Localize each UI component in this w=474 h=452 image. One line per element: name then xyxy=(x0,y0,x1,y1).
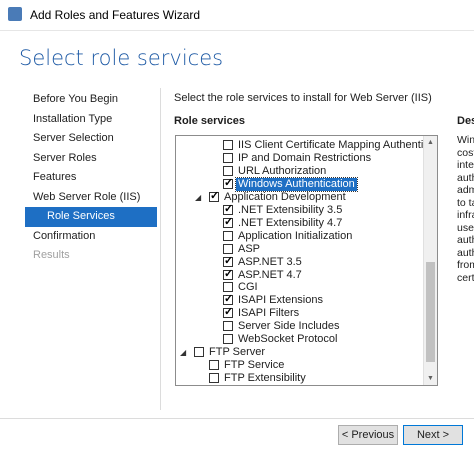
nav-item-role-services[interactable]: Role Services xyxy=(25,207,157,227)
tree-row-label: Windows Authentication xyxy=(235,176,358,192)
tree-row-label: FTP Service xyxy=(224,359,285,372)
tree-row-label: .NET Extensibility 3.5 xyxy=(238,203,343,216)
tree-row[interactable]: ◢ FTP Server xyxy=(176,346,421,359)
description-line: Wind xyxy=(457,134,474,146)
description-line: auth xyxy=(457,171,474,184)
tree-checkbox[interactable] xyxy=(223,321,233,332)
description-line: infra xyxy=(457,209,474,221)
nav-item-server-roles[interactable]: Server Roles xyxy=(25,149,157,169)
tree-checkbox[interactable] xyxy=(223,203,233,216)
tree-row-label: IP and Domain Restrictions xyxy=(238,151,372,164)
tree-row[interactable]: CGI xyxy=(176,281,421,294)
description-line: user xyxy=(457,221,474,234)
tree-checkbox[interactable] xyxy=(223,152,233,163)
scroll-up-icon[interactable]: ▲ xyxy=(424,136,437,149)
tree-row-label: ASP xyxy=(238,242,261,255)
description-line: auth xyxy=(457,246,474,259)
role-services-tree[interactable]: FTP Extensibility FTP Service ◢ FTP Server W… xyxy=(175,135,438,386)
scroll-thumb[interactable] xyxy=(426,262,435,362)
tree-row-label: Application Initialization xyxy=(238,229,353,242)
nav-item-installation-type[interactable]: Installation Type xyxy=(25,110,157,130)
tree-row-label: .NET Extensibility 4.7 xyxy=(238,216,343,229)
scroll-down-icon[interactable]: ▼ xyxy=(424,372,437,385)
nav-item-before-you-begin[interactable]: Before You Begin xyxy=(25,90,157,110)
description-header: Desc xyxy=(457,115,474,127)
tree-row[interactable]: ISAPI Filters xyxy=(176,306,421,320)
description-line: cost xyxy=(457,146,474,159)
tree-checkbox[interactable] xyxy=(209,373,219,384)
tree-checkbox[interactable] xyxy=(223,255,233,268)
tree-row[interactable]: FTP Extensibility xyxy=(176,372,421,385)
tree-row[interactable]: Application Initialization xyxy=(176,230,421,243)
tree-row[interactable]: Server Side Includes xyxy=(176,320,421,333)
expand-toggle-icon[interactable]: ◢ xyxy=(195,191,201,204)
tree-checkbox[interactable] xyxy=(223,177,233,190)
tree-row[interactable]: .NET Extensibility 3.5 xyxy=(176,203,421,217)
tree-checkbox[interactable] xyxy=(223,293,233,306)
nav-item-confirmation[interactable]: Confirmation xyxy=(25,227,157,247)
tree-checkbox[interactable] xyxy=(209,360,219,371)
tree-checkbox[interactable] xyxy=(223,230,233,241)
window-title: Add Roles and Features Wizard xyxy=(30,8,201,22)
tree-checkbox[interactable] xyxy=(223,165,233,176)
description-line: inte xyxy=(457,159,474,171)
tree-checkbox[interactable] xyxy=(223,268,233,281)
nav-item-results: Results xyxy=(33,249,70,261)
title-bar: Add Roles and Features Wizard xyxy=(0,0,474,31)
tree-checkbox[interactable] xyxy=(223,306,233,319)
tree-row-label: WebSocket Protocol xyxy=(238,333,338,346)
wizard-nav: Before You Begin Installation Type Server … xyxy=(25,90,157,266)
tree-checkbox[interactable] xyxy=(223,334,233,345)
tree-row[interactable]: ASP.NET 3.5 xyxy=(176,255,421,269)
tree-row[interactable]: IIS Client Certificate Mapping Authentic… xyxy=(176,139,437,152)
tree-row[interactable]: FTP Service xyxy=(176,359,421,372)
tree-row-label: IIS Client Certificate Mapping Authentic… xyxy=(238,139,438,151)
tree-row[interactable]: ISAPI Extensions xyxy=(176,293,421,307)
nav-divider xyxy=(160,88,161,410)
tree-row-label: FTP Server xyxy=(209,346,266,359)
instruction-text: Select the role services to install for … xyxy=(174,92,432,104)
tree-row[interactable]: .NET Extensibility 4.7 xyxy=(176,216,421,230)
tree-checkbox[interactable] xyxy=(223,216,233,229)
nav-item-features[interactable]: Features xyxy=(25,168,157,188)
tree-checkbox[interactable] xyxy=(209,190,219,203)
tree-row-label: Application Development xyxy=(224,190,346,203)
footer-divider xyxy=(0,418,474,419)
tree-row[interactable]: URL Authorization xyxy=(176,165,421,178)
nav-item-server-selection[interactable]: Server Selection xyxy=(25,129,157,149)
app-icon xyxy=(8,7,22,21)
tree-row[interactable]: IP and Domain Restrictions xyxy=(176,152,421,165)
tree-row-label: FTP Extensibility xyxy=(224,372,306,385)
next-button[interactable]: Next > xyxy=(403,425,463,445)
description-line: cert xyxy=(457,271,474,284)
tree-row[interactable]: ASP xyxy=(176,243,421,256)
role-services-header: Role services xyxy=(174,115,245,127)
tree-row-label: ISAPI Extensions xyxy=(238,294,323,307)
description-line: auth xyxy=(457,234,474,246)
tree-checkbox[interactable] xyxy=(194,347,204,358)
description-line: from xyxy=(457,259,474,271)
tree-checkbox[interactable] xyxy=(223,282,233,293)
expand-toggle-icon[interactable]: ◢ xyxy=(180,346,186,359)
description-line: to ta xyxy=(457,196,474,209)
tree-row[interactable]: Windows Authentication xyxy=(176,176,421,192)
tree-checkbox[interactable] xyxy=(223,140,233,150)
tree-row-label: ISAPI Filters xyxy=(238,307,300,320)
tree-row-label: ASP.NET 3.5 xyxy=(238,255,302,268)
tree-row[interactable]: ASP.NET 4.7 xyxy=(176,268,421,282)
tree-row-label: Server Side Includes xyxy=(238,320,340,333)
tree-checkbox[interactable] xyxy=(223,243,233,254)
description-line: adm xyxy=(457,184,474,196)
page-title: Select role services xyxy=(19,46,224,70)
tree-row-label: ASP.NET 4.7 xyxy=(238,268,302,281)
tree-row[interactable]: WebSocket Protocol xyxy=(176,333,421,346)
description-text: Windcostinteauthadmto tainfrauserauthaut… xyxy=(457,134,474,284)
tree-row-label: URL Authorization xyxy=(238,164,327,177)
previous-button[interactable]: < Previous xyxy=(338,425,398,445)
tree-row[interactable]: ◢ Application Development xyxy=(176,190,421,204)
tree-scrollbar[interactable]: ▲ ▼ xyxy=(423,136,437,385)
nav-item-web-server-role-iis[interactable]: Web Server Role (IIS) xyxy=(25,188,157,208)
tree-row-label: CGI xyxy=(238,281,258,294)
